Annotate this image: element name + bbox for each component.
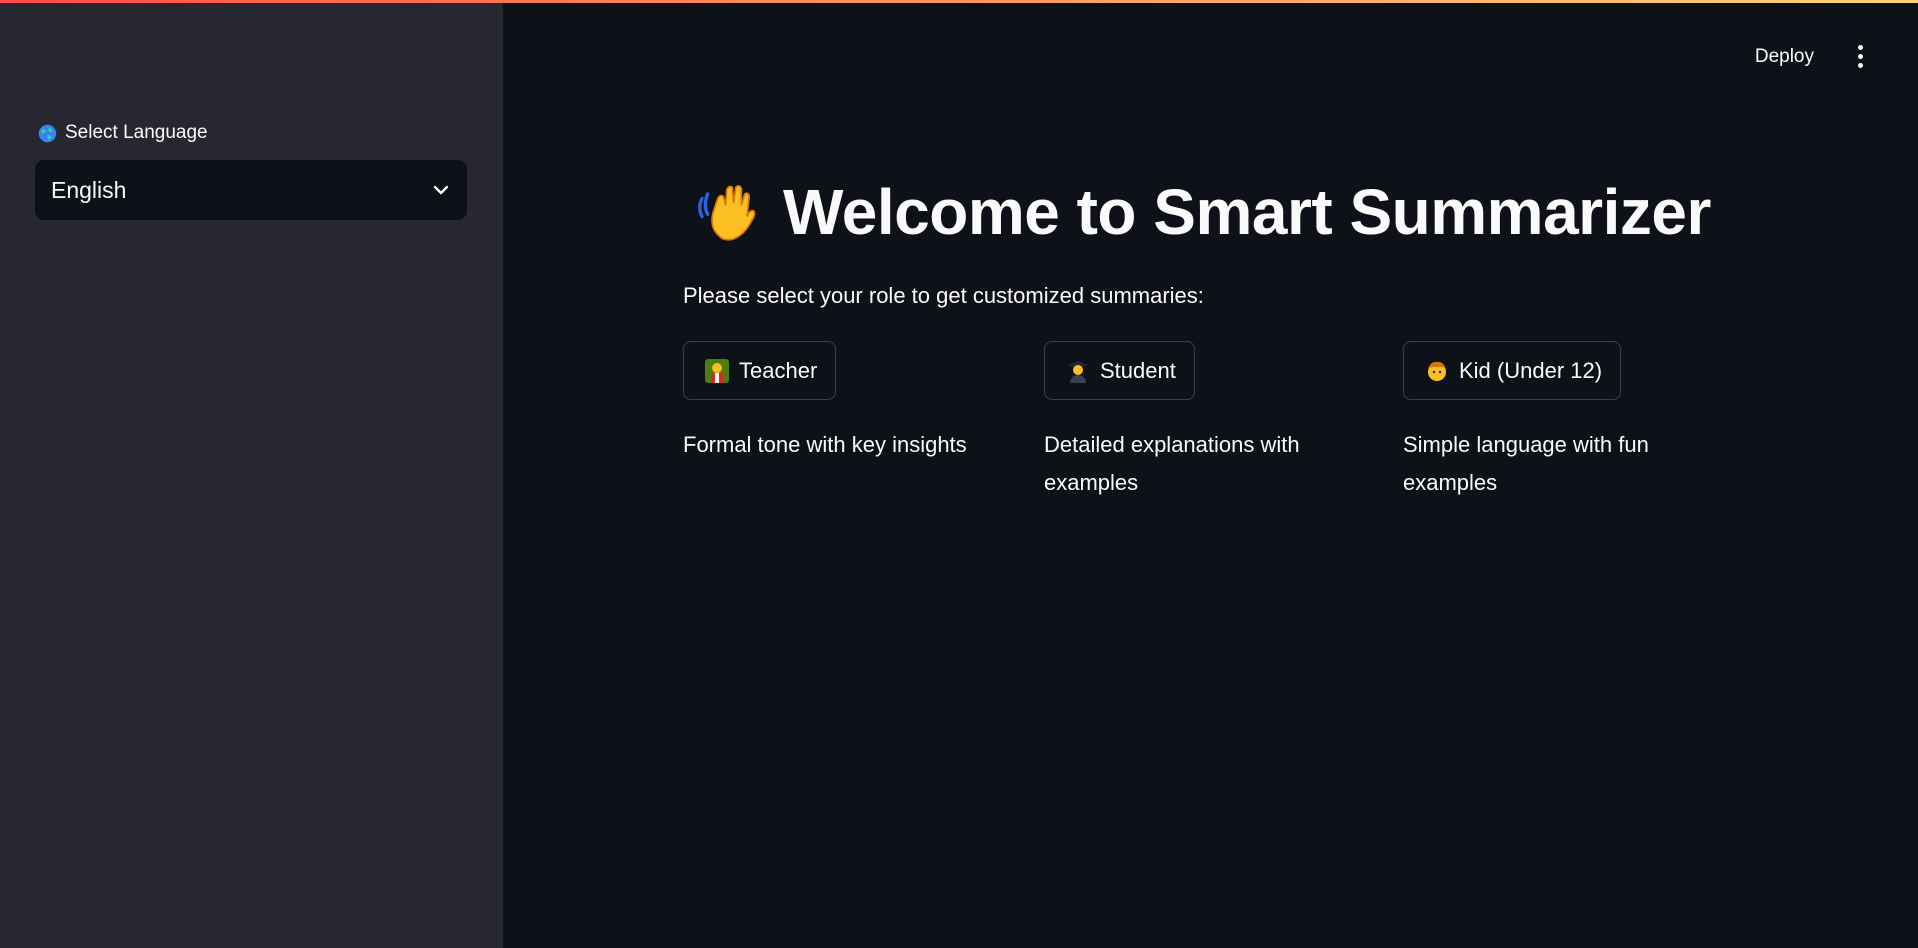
language-select[interactable]: English <box>35 160 467 220</box>
student-button-label: Student <box>1100 357 1176 383</box>
kid-description: Simple language with fun examples <box>1403 432 1649 495</box>
top-accent-bar <box>0 0 1918 3</box>
teacher-icon <box>705 358 729 383</box>
main-menu-button[interactable] <box>1848 41 1872 71</box>
title-row: Welcome to Smart Summarizer <box>693 175 1711 249</box>
kid-button[interactable]: Kid (Under 12) <box>1403 341 1622 400</box>
language-label-row: Select Language <box>37 122 208 144</box>
student-description: Detailed explanations with examples <box>1044 432 1300 495</box>
page-title: Welcome to Smart Summarizer <box>783 176 1711 248</box>
role-card-kid: Kid (Under 12) Simple language with fun … <box>1403 341 1713 502</box>
teacher-button-label: Teacher <box>739 357 818 383</box>
role-card-student: Student Detailed explanations with examp… <box>1044 341 1354 502</box>
student-button[interactable]: Student <box>1044 341 1195 400</box>
main-content: Deploy Welcome to Smart Summarizer Pleas… <box>503 0 1918 948</box>
language-label: Select Language <box>65 122 208 143</box>
globe-icon <box>38 124 57 142</box>
teacher-description: Formal tone with key insights <box>683 432 967 457</box>
language-select-value: English <box>51 176 127 203</box>
student-icon <box>1068 360 1088 383</box>
kid-button-label: Kid (Under 12) <box>1459 357 1603 383</box>
waving-hand-icon <box>698 184 756 241</box>
sidebar: Select Language English <box>0 0 503 948</box>
kid-icon <box>1428 361 1446 381</box>
role-card-teacher: Teacher Formal tone with key insights <box>683 341 993 464</box>
page-subtitle: Please select your role to get customize… <box>683 283 1204 308</box>
vertical-dots-icon <box>1857 44 1863 50</box>
deploy-button[interactable]: Deploy <box>1749 42 1820 72</box>
teacher-button[interactable]: Teacher <box>683 341 837 400</box>
chevron-down-icon <box>433 185 449 195</box>
